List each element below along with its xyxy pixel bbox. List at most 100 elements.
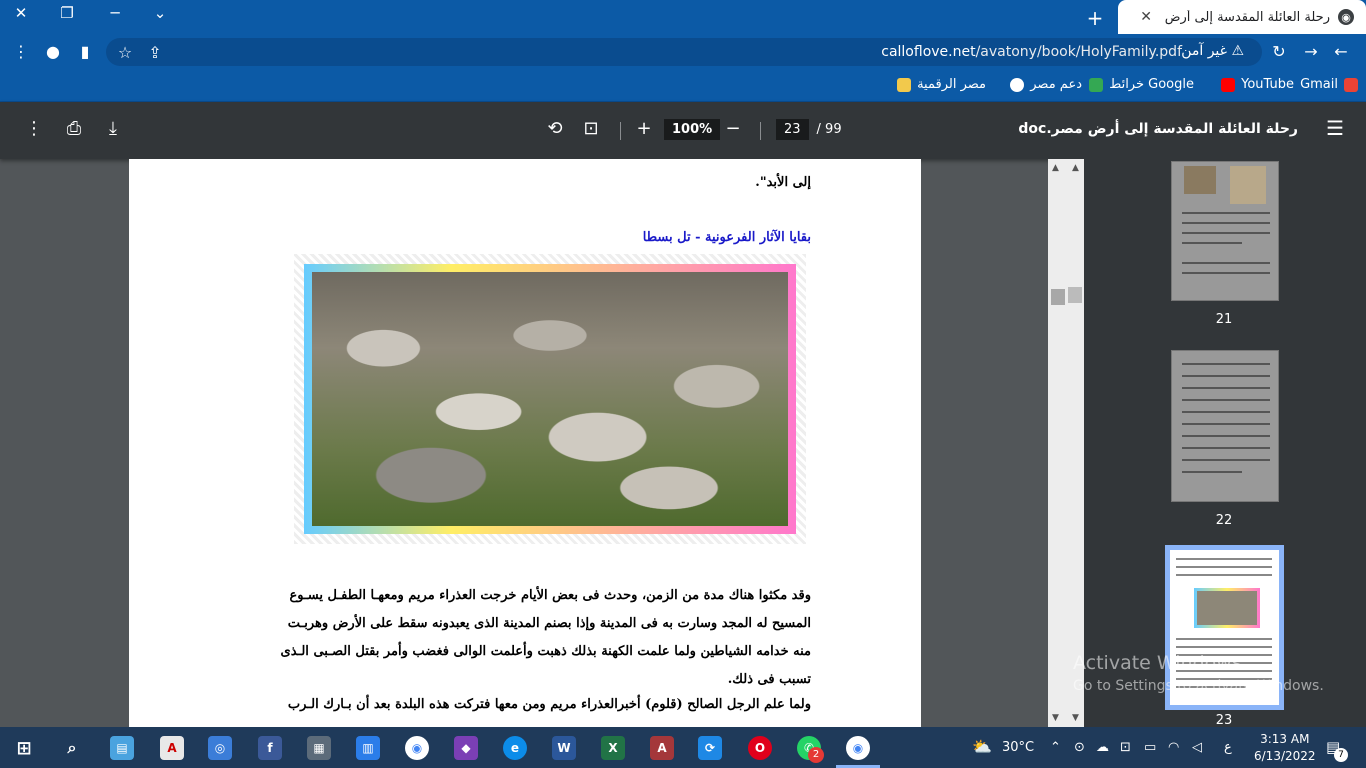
profile-icon[interactable]: ●: [42, 42, 64, 61]
hamburger-menu-icon[interactable]: ☰: [1326, 116, 1344, 140]
calendar-icon[interactable]: ▥: [356, 736, 380, 760]
sidebar-scroll-thumb[interactable]: [1068, 287, 1082, 303]
weather-icon[interactable]: ⛅: [972, 737, 992, 756]
page-number-input[interactable]: 23: [776, 119, 809, 140]
bookmark-label: مصر الرقمية: [917, 77, 986, 92]
clock[interactable]: 3:13 AM 6/13/2022: [1254, 731, 1316, 765]
thumbnail-sidebar: 21 22 23: [1084, 159, 1366, 728]
thumbnail-text-line: [1182, 423, 1270, 425]
bookmark-youtube[interactable]: YouTube: [1221, 77, 1294, 92]
pdf-scrollbar[interactable]: ▲ ▲ ▼ ▼: [1048, 159, 1084, 727]
thumbnail-text-line: [1182, 262, 1270, 264]
new-tab-button[interactable]: +: [1084, 6, 1106, 30]
youtube-icon: [1221, 77, 1236, 92]
wifi-icon[interactable]: ◠: [1168, 740, 1179, 755]
autocad-icon[interactable]: A: [160, 736, 184, 760]
sidebar-scroll-up-icon[interactable]: ▲: [1072, 163, 1079, 173]
language-indicator[interactable]: ع: [1224, 740, 1232, 755]
chrome-active-icon[interactable]: ◉: [846, 736, 870, 760]
digital-egypt-icon: [897, 77, 912, 92]
visual-studio-icon[interactable]: ◆: [454, 736, 478, 760]
pdf-toolbar: ⋮ ⎙ ⤓ ⟲ ⊡ + 100% − 23 / 99 رحلة العائلة …: [0, 102, 1366, 159]
watermark-subtitle: Go to Settings to activate Windows.: [1073, 678, 1324, 694]
thumbnail-text-line: [1182, 222, 1270, 224]
bookmark-label: Gmail: [1300, 77, 1338, 92]
notification-count: 7: [1334, 748, 1348, 762]
remote-desktop-icon[interactable]: ▤: [110, 736, 134, 760]
bookmark-support-egypt[interactable]: دعم مصر: [1010, 77, 1082, 92]
bookmark-star-icon[interactable]: ☆: [114, 43, 136, 62]
opera-icon[interactable]: O: [748, 736, 772, 760]
sync-app-icon[interactable]: ⟳: [698, 736, 722, 760]
print-icon[interactable]: ⎙: [63, 118, 85, 139]
more-actions-icon[interactable]: ⋮: [23, 118, 45, 139]
bookmark-label: دعم مصر: [1030, 77, 1082, 92]
bookmark-gmail[interactable]: Gmail: [1300, 77, 1358, 92]
zoom-out-icon[interactable]: −: [722, 118, 744, 139]
tab-search-icon[interactable]: ⌄: [145, 4, 175, 22]
edge-icon[interactable]: e: [503, 736, 527, 760]
sidebar-scroll-down-icon[interactable]: ▼: [1072, 713, 1079, 723]
windows-taskbar: ⊞ ⌕ ▤ A ◎ f ▦ ▥ ◉ ◆ e W X A ⟳ O ✆ 2 ◉ ⛅ …: [0, 727, 1366, 768]
pdf-page: إلى الأبد". بقايا الآثار الفرعونية - تل …: [129, 159, 921, 727]
paragraph-line: وقد مكثوا هناك مدة من الزمن، وحدث فى بعض…: [289, 588, 811, 603]
bookmark-label: YouTube: [1241, 77, 1294, 92]
address-bar[interactable]: ☆ ⇪ calloflove.net/avatony/book/HolyFami…: [106, 38, 1262, 66]
url-path: /avatony/book/HolyFamily.pdf: [975, 44, 1182, 60]
onedrive-icon[interactable]: ☁: [1096, 740, 1109, 755]
calculator-icon[interactable]: ▦: [307, 736, 331, 760]
tray-app-icon[interactable]: ⊙: [1074, 740, 1085, 755]
windows-start-icon[interactable]: ⊞: [12, 736, 36, 760]
whatsapp-badge: 2: [808, 747, 824, 763]
scroll-thumb[interactable]: [1051, 289, 1065, 305]
security-label: غير آمن: [1181, 43, 1227, 59]
chrome-icon[interactable]: ◉: [405, 736, 429, 760]
gmail-icon: [1344, 77, 1358, 92]
back-icon[interactable]: ←: [1330, 42, 1352, 61]
page-thumbnail-22[interactable]: [1171, 350, 1279, 502]
magnifier-icon[interactable]: ◎: [208, 736, 232, 760]
close-window-icon[interactable]: ✕: [6, 4, 36, 22]
scroll-up-icon[interactable]: ▲: [1052, 163, 1059, 173]
thumbnail-text-line: [1176, 638, 1272, 640]
rotate-icon[interactable]: ⟲: [544, 118, 566, 139]
url-text[interactable]: calloflove.net/avatony/book/HolyFamily.p…: [881, 44, 1182, 60]
search-icon[interactable]: ⌕: [60, 736, 84, 760]
zoom-in-icon[interactable]: +: [633, 118, 655, 139]
url-domain: calloflove.net: [881, 44, 976, 60]
reload-icon[interactable]: ↻: [1268, 42, 1290, 61]
battery-icon[interactable]: ▭: [1144, 740, 1156, 755]
side-panel-icon[interactable]: ▮: [74, 42, 96, 61]
browser-toolbar: ⋮ ● ▮ ← → ↻ ☆ ⇪ calloflove.net/avatony/b…: [0, 34, 1366, 70]
scroll-down-icon[interactable]: ▼: [1052, 713, 1059, 723]
divider: [620, 122, 621, 140]
thumbnail-number: 23: [1215, 713, 1233, 728]
zoom-field[interactable]: 100%: [664, 119, 721, 140]
fit-page-icon[interactable]: ⊡: [580, 118, 602, 139]
thumbnail-number: 21: [1215, 312, 1233, 327]
share-icon[interactable]: ⇪: [144, 43, 166, 62]
excel-icon[interactable]: X: [601, 736, 625, 760]
facebook-icon[interactable]: f: [258, 736, 282, 760]
bookmark-google-maps[interactable]: خرائط Google: [1089, 77, 1194, 92]
minimize-window-icon[interactable]: ─: [100, 4, 130, 22]
word-icon[interactable]: W: [552, 736, 576, 760]
page-total: / 99: [816, 122, 842, 137]
tray-security-icon[interactable]: ⊡: [1120, 740, 1131, 755]
tab-title: رحلة العائلة المقدسة إلى أرض مصر: [1160, 9, 1330, 25]
clock-time: 3:13 AM: [1260, 732, 1310, 746]
restore-window-icon[interactable]: ❐: [52, 4, 82, 22]
tray-chevron-icon[interactable]: ⌃: [1050, 740, 1061, 755]
bookmark-digital-egypt[interactable]: مصر الرقمية: [897, 77, 986, 92]
browser-menu-icon[interactable]: ⋮: [10, 42, 32, 61]
browser-tab[interactable]: ◉ رحلة العائلة المقدسة إلى أرض مصر ✕: [1118, 0, 1366, 34]
paragraph-line: المسيح له المجد وسارت به فى المدينة وإذا…: [287, 616, 811, 631]
access-icon[interactable]: A: [650, 736, 674, 760]
page-thumbnail-21[interactable]: [1171, 161, 1279, 301]
tab-close-icon[interactable]: ✕: [1140, 9, 1152, 25]
security-indicator[interactable]: ⚠ غير آمن: [1181, 43, 1244, 59]
forward-icon[interactable]: →: [1300, 42, 1322, 61]
volume-icon[interactable]: ◁: [1192, 740, 1202, 755]
download-icon[interactable]: ⤓: [102, 118, 124, 139]
temperature[interactable]: 30°C: [1002, 740, 1034, 755]
